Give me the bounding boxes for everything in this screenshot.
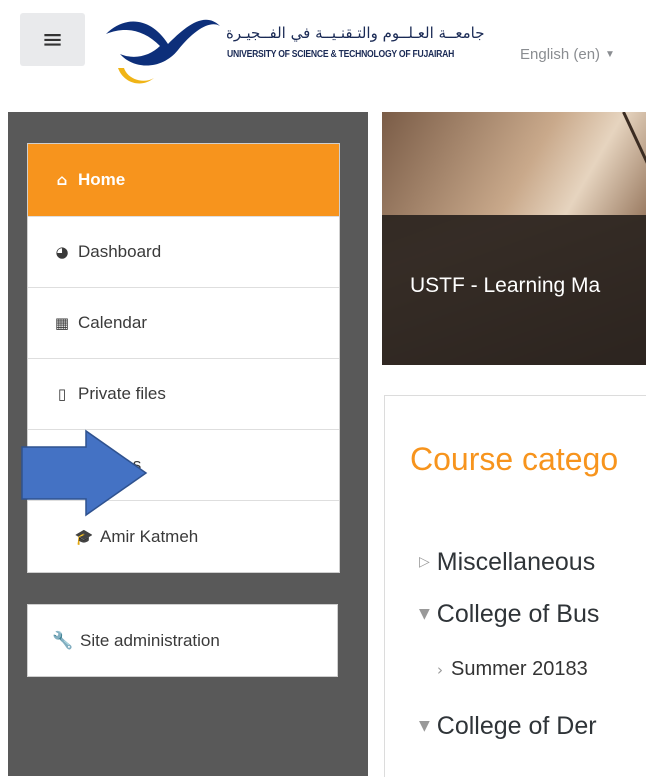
sidebar-item-label: Calendar	[78, 313, 147, 332]
category-label: College of Bus	[436, 600, 600, 628]
category-college-of-business[interactable]: ▼ College of Bus	[419, 600, 599, 629]
home-icon: ⌂	[56, 171, 68, 189]
sidebar-item-private-files[interactable]: ▯ Private files	[28, 359, 339, 430]
hamburger-menu-button[interactable]: ≡	[20, 13, 85, 66]
hero-banner: USTF - Learning Ma	[382, 112, 646, 365]
course-categories-heading: Course catego	[410, 441, 619, 477]
page-header: ≡ جامعــة العـلــوم والتـقنـيــة في الفـ…	[0, 0, 646, 97]
graduation-cap-icon: 🎓	[74, 527, 94, 546]
file-icon: ▯	[57, 385, 67, 403]
sidebar-item-label: Home	[78, 170, 126, 189]
caret-right-icon: ▷	[419, 554, 430, 570]
category-miscellaneous[interactable]: ▷ Miscellaneous	[419, 548, 595, 577]
sidebar-item-calendar[interactable]: ▦ Calendar	[28, 288, 339, 359]
dashboard-icon: ◕	[55, 243, 69, 261]
sidebar-item-home[interactable]: ⌂ Home	[28, 144, 339, 217]
language-label: English (en)	[520, 46, 601, 63]
category-label: College of Der	[436, 712, 597, 740]
subcategory-summer[interactable]: › Summer 20183	[437, 658, 588, 681]
caret-down-icon: ▼	[419, 718, 430, 734]
chevron-right-icon: ›	[437, 661, 443, 679]
category-label: Summer 20183	[451, 658, 588, 680]
language-selector[interactable]: English (en) ▼	[520, 46, 615, 63]
sidebar-item-dashboard[interactable]: ◕ Dashboard	[28, 217, 339, 288]
caret-down-icon: ▼	[419, 606, 430, 622]
category-label: Miscellaneous	[436, 548, 596, 576]
sidebar-item-label: Site administration	[80, 630, 220, 650]
sidebar-item-label: Private files	[78, 384, 166, 403]
wrench-icon: 🔧	[52, 630, 74, 651]
logo-english-name: UNIVERSITY OF SCIENCE & TECHNOLOGY OF FU…	[227, 48, 455, 60]
caret-down-icon: ▼	[605, 49, 615, 60]
sidebar-item-site-administration[interactable]: 🔧 Site administration	[27, 604, 338, 677]
logo-arabic-name: جامعــة العـلــوم والتـقنـيــة في الفــج…	[226, 24, 485, 42]
sidebar-item-label: Amir Katmeh	[100, 526, 199, 546]
hamburger-icon: ≡	[41, 24, 64, 55]
university-logo[interactable]	[104, 4, 222, 90]
hero-image	[382, 112, 646, 215]
calendar-icon: ▦	[54, 314, 70, 332]
course-categories-card: Course catego ▷ Miscellaneous ▼ College of…	[384, 395, 646, 777]
category-college-of-dentistry[interactable]: ▼ College of Der	[419, 712, 597, 741]
annotation-arrow-icon	[21, 429, 148, 517]
sidebar-item-label: Dashboard	[78, 242, 162, 261]
site-title: USTF - Learning Ma	[410, 274, 601, 297]
